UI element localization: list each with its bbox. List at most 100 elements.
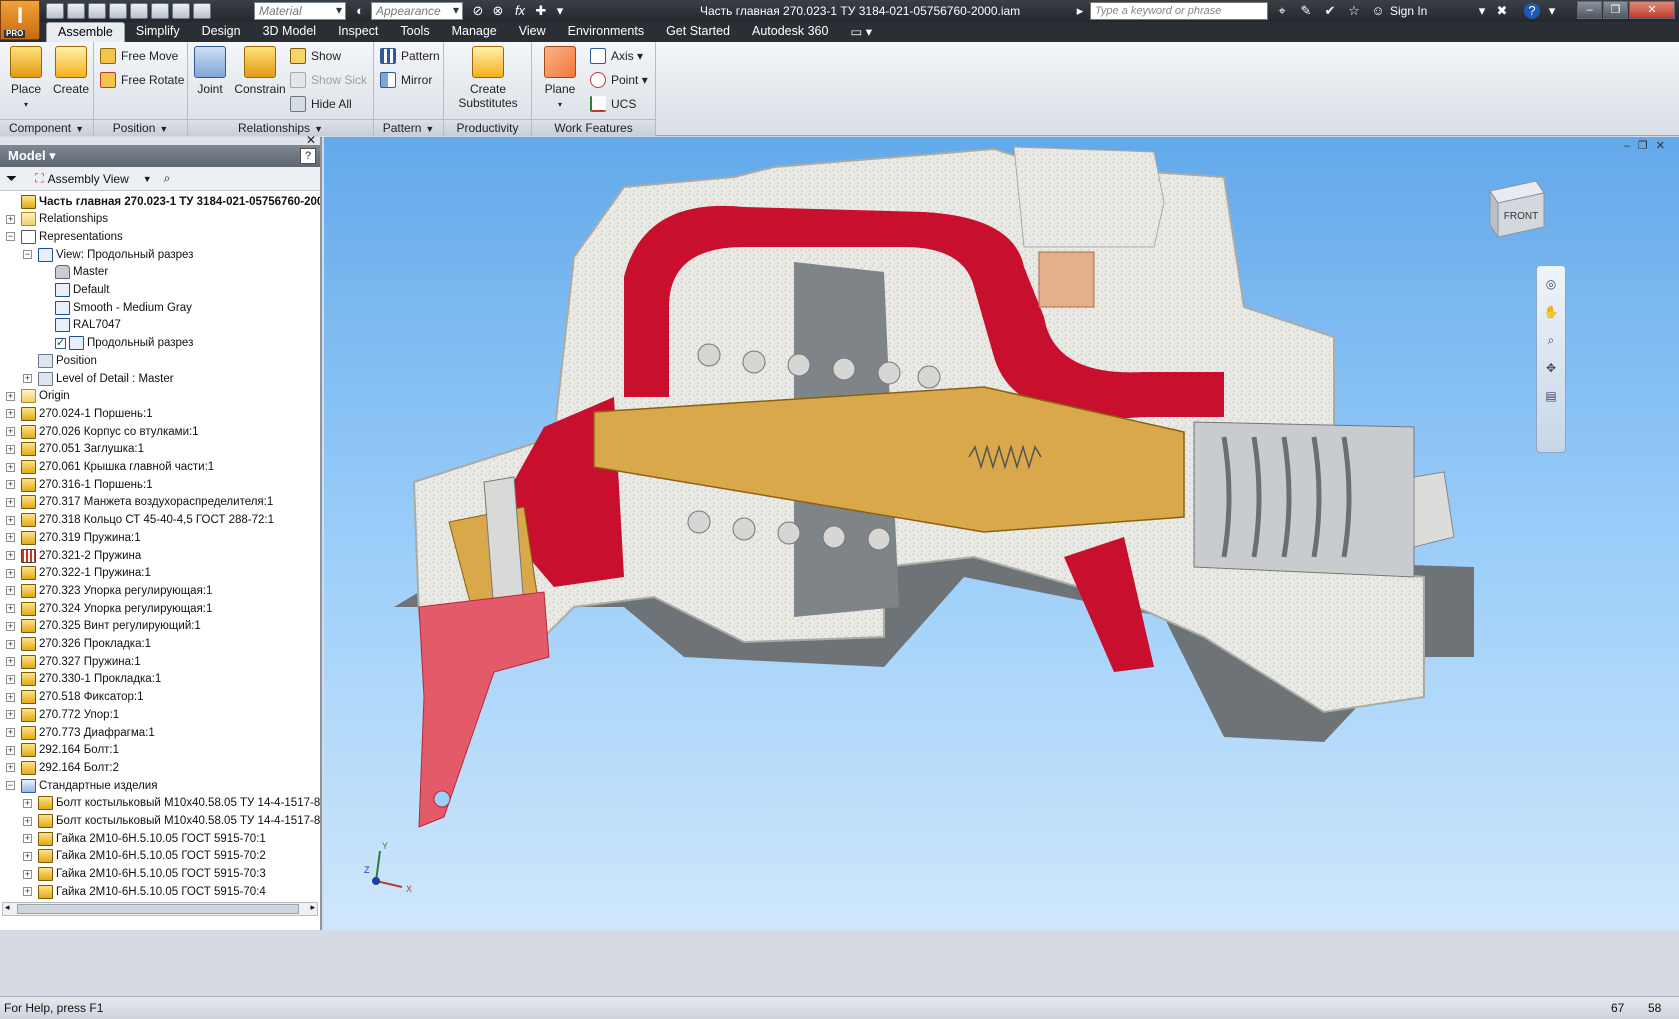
search-arrow-icon[interactable]: ▸ [1072, 3, 1088, 19]
tree-node[interactable]: +270.051 Заглушка:1 [6, 441, 144, 458]
help-dropdown-icon[interactable]: ▾ [1544, 3, 1560, 19]
expand-icon[interactable]: + [23, 887, 32, 897]
expand-icon[interactable]: + [6, 533, 15, 543]
tab-autodesk-360[interactable]: Autodesk 360 [741, 22, 839, 42]
tree-node[interactable]: +270.323 Упорка регулирующая:1 [6, 582, 212, 599]
tree-node[interactable]: Default [40, 282, 109, 299]
pattern-panel-label[interactable]: Pattern ▼ [374, 119, 443, 136]
tree-node[interactable]: Smooth - Medium Gray [40, 299, 192, 316]
look-at-icon[interactable]: ▤ [1541, 386, 1561, 406]
plane-button[interactable]: Plane ▾ [540, 46, 580, 110]
tree-node[interactable]: +292.164 Болт:2 [6, 759, 119, 776]
open-icon[interactable] [67, 3, 85, 19]
maximize-button[interactable]: ❐ [1603, 1, 1628, 19]
appearance-icon[interactable]: ◐ [352, 3, 368, 19]
tree-node[interactable]: +270.319 Пружина:1 [6, 529, 141, 546]
expand-icon[interactable]: + [6, 586, 15, 596]
tab-simplify[interactable]: Simplify [125, 22, 191, 42]
expand-icon[interactable]: + [6, 639, 15, 649]
minimize-button[interactable]: – [1577, 1, 1602, 19]
scroll-right-icon[interactable]: ▸ [310, 902, 315, 913]
sign-in-link[interactable]: Sign In [1390, 4, 1427, 18]
create-button[interactable]: Create [52, 46, 90, 96]
tree-node[interactable]: + Болт костыльковый М10х40.58.05 ТУ 14-4-… [23, 813, 320, 830]
update-icon[interactable] [193, 3, 211, 19]
tab-design[interactable]: Design [191, 22, 252, 42]
model-browser-title[interactable]: Model ▾ [0, 145, 320, 167]
position-panel-label[interactable]: Position ▼ [94, 119, 187, 136]
fx-icon[interactable]: fx [512, 3, 528, 19]
tree-node[interactable]: +270.325 Винт регулирующий:1 [6, 618, 201, 635]
tree-node[interactable]: + Гайка 2М10-6Н.5.10.05 ГОСТ 5915-70:3 [23, 866, 266, 883]
axis-button[interactable]: Axis ▾ [590, 46, 643, 66]
tree-node[interactable]: +270.318 Кольцо СТ 45-40-4,5 ГОСТ 288-72… [6, 512, 274, 529]
expand-icon[interactable]: + [6, 409, 15, 419]
tree-node[interactable]: + Origin [6, 388, 70, 405]
tree-node[interactable]: +270.026 Корпус со втулками:1 [6, 423, 199, 440]
assembly-section-model[interactable] [324, 137, 1679, 930]
tree-node[interactable]: + Level of Detail : Master [23, 370, 174, 387]
tab-get-started[interactable]: Get Started [655, 22, 741, 42]
pattern-button[interactable]: Pattern [380, 46, 440, 66]
tab-environments[interactable]: Environments [557, 22, 655, 42]
tree-node[interactable]: + Болт костыльковый М10х40.58.05 ТУ 14-4-… [23, 795, 320, 812]
search-input[interactable]: Type a keyword or phrase [1090, 2, 1268, 20]
undo-icon[interactable] [109, 3, 127, 19]
expand-icon[interactable]: + [6, 621, 15, 631]
component-panel-label[interactable]: Component ▼ [0, 119, 93, 136]
mirror-button[interactable]: Mirror [380, 70, 432, 90]
new-icon[interactable] [46, 3, 64, 19]
expand-icon[interactable]: + [6, 657, 15, 667]
tab-assemble[interactable]: Assemble [46, 22, 125, 42]
expand-icon[interactable]: + [6, 568, 15, 578]
ucs-button[interactable]: UCS [590, 94, 636, 114]
show-button[interactable]: Show [290, 46, 341, 66]
expand-icon[interactable]: + [6, 604, 15, 614]
tab-tools[interactable]: Tools [389, 22, 440, 42]
hide-all-button[interactable]: Hide All [290, 94, 352, 114]
browser-horizontal-scrollbar[interactable]: ◂ ▸ [2, 902, 318, 916]
redo-icon[interactable] [130, 3, 148, 19]
tab-view[interactable]: View [508, 22, 557, 42]
expand-icon[interactable]: + [6, 728, 15, 737]
tree-node[interactable]: + Гайка 2М10-6Н.5.10.05 ГОСТ 5915-70:4 [23, 883, 266, 900]
tree-node[interactable]: − View: Продольный разрез [23, 246, 193, 263]
tab-manage[interactable]: Manage [441, 22, 508, 42]
tree-node[interactable]: +292.164 Болт:1 [6, 742, 119, 759]
signin-dropdown-icon[interactable]: ▾ [1474, 3, 1490, 19]
close-button[interactable]: ✕ [1629, 1, 1675, 19]
zoom-icon[interactable]: ⌕ [1541, 330, 1561, 350]
exchange-icon[interactable]: ✖ [1494, 3, 1510, 19]
scroll-left-icon[interactable]: ◂ [5, 902, 10, 913]
appearance-combo[interactable]: Appearance [371, 2, 463, 20]
tree-node[interactable]: +270.317 Манжета воздухораспределителя:1 [6, 494, 273, 511]
application-menu-button[interactable]: I PRO [0, 0, 40, 40]
favorites-icon[interactable]: ☆ [1346, 3, 1362, 19]
tree-node[interactable]: Продольный разрез [40, 335, 193, 352]
tree-node[interactable]: +270.772 Упор:1 [6, 706, 119, 723]
tree-node[interactable]: +270.330-1 Прокладка:1 [6, 671, 161, 688]
collapse-icon[interactable]: − [6, 232, 15, 242]
expand-icon[interactable]: + [23, 834, 32, 844]
subscription-icon[interactable]: ✔ [1322, 3, 1338, 19]
plus-icon[interactable]: ✚ [533, 3, 549, 19]
tree-node[interactable]: Position [23, 352, 97, 369]
browser-help-icon[interactable]: ? [300, 148, 316, 164]
tree-node[interactable]: +270.024-1 Поршень:1 [6, 405, 153, 422]
tree-node[interactable]: +270.327 Пружина:1 [6, 653, 141, 670]
tree-node[interactable]: +270.773 Диафрагма:1 [6, 724, 155, 741]
tree-node[interactable]: − Стандартные изделия [6, 777, 157, 794]
graphics-viewport[interactable]: –❐✕ FRONT ◎ ✋ ⌕ ✥ ▤ X Y Z [324, 137, 1679, 930]
binoculars-icon[interactable]: ⌖ [1274, 3, 1290, 19]
expand-icon[interactable]: + [6, 427, 15, 437]
free-move-button[interactable]: Free Move [100, 46, 178, 66]
expand-icon[interactable]: + [6, 497, 15, 507]
tools-icon[interactable]: ✎ [1298, 3, 1314, 19]
productivity-panel-label[interactable]: Productivity [444, 119, 531, 136]
tree-node[interactable]: +270.316-1 Поршень:1 [6, 476, 153, 493]
expand-icon[interactable]: + [23, 798, 32, 808]
expand-icon[interactable]: + [23, 851, 32, 861]
point-button[interactable]: Point ▾ [590, 70, 648, 90]
relationships-panel-label[interactable]: Relationships ▼ [188, 119, 373, 136]
expand-icon[interactable]: + [23, 374, 32, 383]
